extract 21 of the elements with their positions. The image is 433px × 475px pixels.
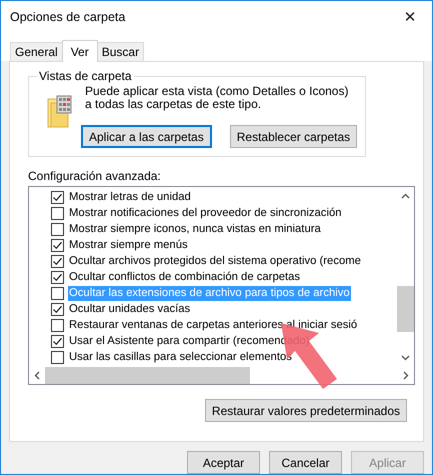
section-label: Configuración avanzada: xyxy=(28,169,162,183)
setting-item[interactable]: Mostrar siempre menús xyxy=(68,238,189,252)
setting-item[interactable]: Ocultar conflictos de combinación de carpetas xyxy=(68,270,302,284)
setting-item[interactable]: Mostrar letras de unidad xyxy=(68,190,192,204)
setting-item[interactable]: Ocultar unidades vacías xyxy=(68,302,192,316)
setting-item[interactable]: Mostrar notificaciones del proveedor de sincronización xyxy=(68,206,343,220)
tab[interactable]: General xyxy=(10,42,63,61)
setting-item[interactable]: Mostrar siempre iconos, nunca vistas en miniatura xyxy=(68,222,322,236)
setting-item[interactable]: Usar las casillas para seleccionar elementos xyxy=(68,350,293,364)
dialog-button[interactable]: Cancelar xyxy=(269,451,342,474)
action-button[interactable]: Aplicar a las carpetas xyxy=(81,125,212,148)
tab[interactable]: Buscar xyxy=(96,42,144,61)
setting-item[interactable]: Restaurar ventanas de carpetas anteriores al iniciar sesió xyxy=(68,318,358,332)
group-title: Vistas de carpeta xyxy=(38,69,133,83)
setting-item[interactable]: Ocultar archivos protegidos del sistema operativo (recome xyxy=(68,254,362,268)
window-title: Opciones de carpeta xyxy=(10,10,126,24)
tab[interactable]: Ver xyxy=(62,40,98,62)
description-text: Puede aplicar esta vista (como Detalles o Iconos) a todas las carpetas de este tipo. xyxy=(85,85,350,111)
dialog-button[interactable]: Aceptar xyxy=(187,451,260,474)
restore-defaults-button[interactable]: Restaurar valores predeterminados xyxy=(204,399,407,422)
action-button[interactable]: Restablecer carpetas xyxy=(230,125,358,148)
